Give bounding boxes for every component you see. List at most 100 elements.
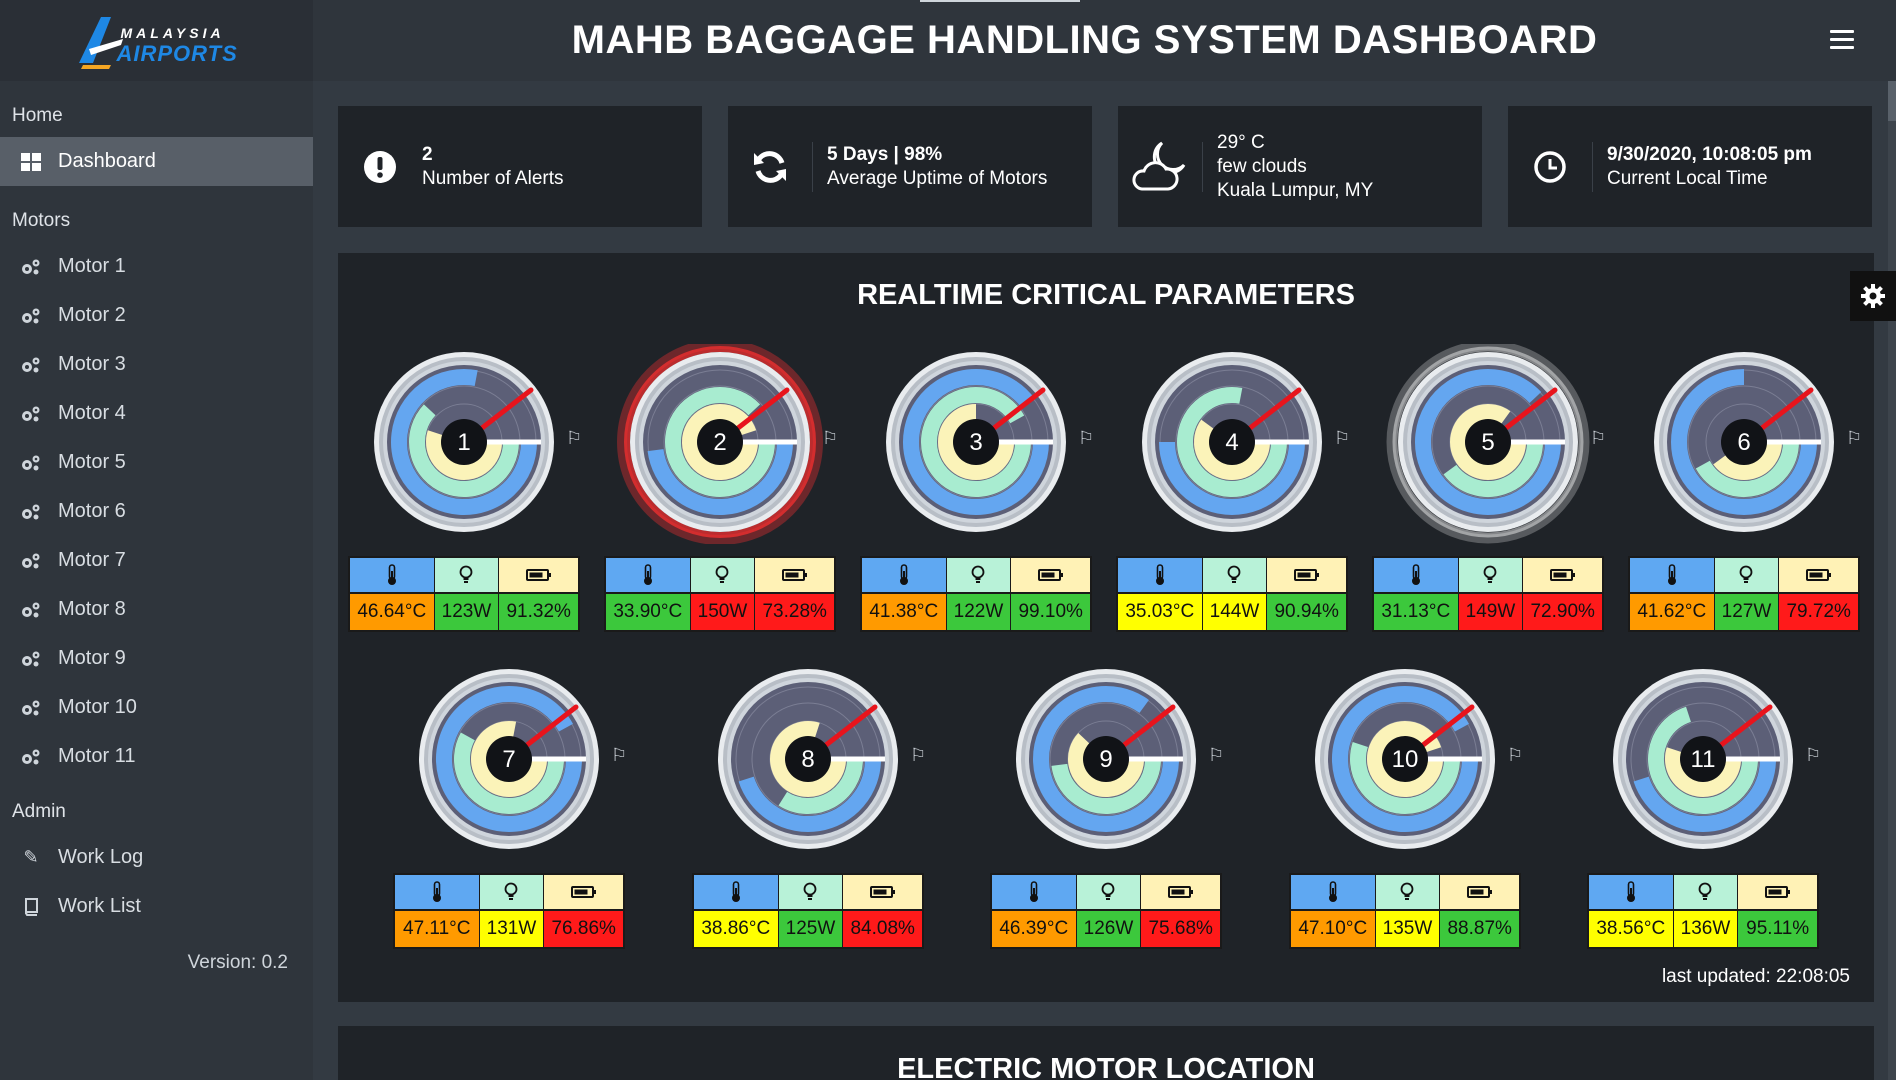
sidebar-item-label: Motor 11: [58, 745, 136, 767]
weather-card[interactable]: 29° C few clouds Kuala Lumpur, MY: [1118, 106, 1482, 227]
motor-widget-3[interactable]: 3 ⚐ 41.38°C 122W 99.10%: [860, 344, 1094, 634]
sidebar-item-motor-11[interactable]: Motor 11: [0, 732, 313, 781]
flag-icon[interactable]: ⚐: [1507, 745, 1523, 766]
temperature-value: 41.38°C: [862, 594, 947, 630]
motor-readings-table: 41.38°C 122W 99.10%: [860, 556, 1092, 632]
motor-widget-10[interactable]: 10 ⚐ 47.10°C 135W 88.87%: [1289, 661, 1523, 951]
motor-readings-table: 38.86°C 125W 84.08%: [692, 873, 924, 949]
time-card[interactable]: 9/30/2020, 10:08:05 pm Current Local Tim…: [1508, 106, 1872, 227]
battery-icon: [1267, 558, 1346, 592]
flag-icon[interactable]: ⚐: [1590, 428, 1606, 449]
power-value: 122W: [946, 594, 1012, 630]
sidebar-item-work-list[interactable]: Work List: [0, 882, 313, 931]
thermometer-icon: [350, 558, 435, 592]
motor-widget-2[interactable]: 2 ⚐ 33.90°C 150W 73.28%: [604, 344, 838, 634]
sidebar-item-dashboard[interactable]: Dashboard: [0, 137, 313, 186]
sidebar-item-motor-1[interactable]: Motor 1: [0, 242, 313, 291]
sidebar-item-motor-8[interactable]: Motor 8: [0, 585, 313, 634]
power-value: 123W: [434, 594, 500, 630]
flag-icon[interactable]: ⚐: [822, 428, 838, 449]
uptime-card[interactable]: 5 Days | 98% Average Uptime of Motors: [728, 106, 1092, 227]
battery-value: 99.10%: [1011, 594, 1090, 630]
battery-value: 88.87%: [1440, 911, 1519, 947]
battery-value: 73.28%: [755, 594, 834, 630]
cogs-icon: [18, 551, 44, 571]
sidebar-item-work-log[interactable]: ✎ Work Log: [0, 833, 313, 882]
flag-icon[interactable]: ⚐: [566, 428, 582, 449]
sidebar-item-motor-10[interactable]: Motor 10: [0, 683, 313, 732]
sidebar-item-label: Motor 2: [58, 304, 126, 326]
cogs-icon: [18, 453, 44, 473]
sidebar-item-motor-3[interactable]: Motor 3: [0, 340, 313, 389]
lightbulb-icon: [1375, 875, 1441, 909]
exclamation-circle-icon: [364, 150, 396, 183]
motor-widget-9[interactable]: 9 ⚐ 46.39°C 126W 75.68%: [990, 661, 1224, 951]
uptime-value: 5 Days | 98%: [827, 143, 943, 165]
flag-icon[interactable]: ⚐: [1334, 428, 1350, 449]
nav-home[interactable]: Home: [0, 95, 313, 137]
battery-value: 84.08%: [843, 911, 922, 947]
motor-number: 6: [1737, 429, 1751, 456]
thermometer-icon: [862, 558, 947, 592]
battery-value: 91.32%: [499, 594, 578, 630]
motor-number: 9: [1099, 746, 1113, 773]
lightbulb-icon: [479, 875, 545, 909]
scrollbar-thumb[interactable]: [1888, 81, 1896, 121]
alerts-card[interactable]: 2 Number of Alerts: [338, 106, 702, 227]
flag-icon[interactable]: ⚐: [1846, 428, 1862, 449]
power-value: 149W: [1458, 594, 1524, 630]
cogs-icon: [18, 306, 44, 326]
sidebar-item-label: Work List: [58, 895, 141, 917]
sidebar-item-motor-5[interactable]: Motor 5: [0, 438, 313, 487]
sidebar: MALAYSIA AIRPORTS Home Dashboard Motors …: [0, 0, 313, 1080]
cogs-icon: [18, 257, 44, 277]
sidebar-item-motor-2[interactable]: Motor 2: [0, 291, 313, 340]
motor-widget-5[interactable]: 5 ⚐ 31.13°C 149W 72.90%: [1372, 344, 1606, 634]
motor-widget-4[interactable]: 4 ⚐ 35.03°C 144W 90.94%: [1116, 344, 1350, 634]
sidebar-item-motor-6[interactable]: Motor 6: [0, 487, 313, 536]
lightbulb-icon: [946, 558, 1012, 592]
cloud-moon-icon: [1132, 141, 1186, 190]
motor-widget-6[interactable]: 6 ⚐ 41.62°C 127W 79.72%: [1628, 344, 1862, 634]
motor-readings-table: 38.56°C 136W 95.11%: [1587, 873, 1819, 949]
current-time: 9/30/2020, 10:08:05 pm: [1607, 143, 1812, 165]
flag-icon[interactable]: ⚐: [1078, 428, 1094, 449]
cogs-icon: [18, 404, 44, 424]
temperature-value: 47.11°C: [395, 911, 480, 947]
top-progress-line: [920, 0, 1080, 2]
sidebar-item-motor-9[interactable]: Motor 9: [0, 634, 313, 683]
malaysia-airports-logo[interactable]: MALAYSIA AIRPORTS: [67, 11, 247, 71]
motor-readings-table: 46.39°C 126W 75.68%: [990, 873, 1222, 949]
temperature-value: 31.13°C: [1374, 594, 1459, 630]
weather-location: Kuala Lumpur, MY: [1217, 179, 1374, 201]
temperature-value: 38.86°C: [694, 911, 779, 947]
motor-readings-table: 41.62°C 127W 79.72%: [1628, 556, 1860, 632]
motor-widget-8[interactable]: 8 ⚐ 38.86°C 125W 84.08%: [692, 661, 926, 951]
motor-widget-11[interactable]: 11 ⚐ 38.56°C 136W 95.11%: [1587, 661, 1821, 951]
flag-icon[interactable]: ⚐: [1805, 745, 1821, 766]
motor-widget-7[interactable]: 7 ⚐ 47.11°C 131W 76.86%: [393, 661, 627, 951]
menu-hamburger-icon[interactable]: [1830, 30, 1854, 50]
sidebar-item-motor-7[interactable]: Motor 7: [0, 536, 313, 585]
flag-icon[interactable]: ⚐: [910, 745, 926, 766]
motor-widget-1[interactable]: 1 ⚐ 46.64°C 123W 91.32%: [348, 344, 582, 634]
settings-gear-button[interactable]: [1850, 271, 1896, 321]
cogs-icon: [18, 747, 44, 767]
flag-icon[interactable]: ⚐: [611, 745, 627, 766]
lightbulb-icon: [1202, 558, 1268, 592]
battery-icon: [1523, 558, 1602, 592]
flag-icon[interactable]: ⚐: [1208, 745, 1224, 766]
thermometer-icon: [1630, 558, 1715, 592]
motor-readings-table: 47.10°C 135W 88.87%: [1289, 873, 1521, 949]
temperature-value: 47.10°C: [1291, 911, 1376, 947]
page-title: MAHB BAGGAGE HANDLING SYSTEM DASHBOARD: [571, 18, 1598, 62]
battery-icon: [1440, 875, 1519, 909]
battery-icon: [1011, 558, 1090, 592]
temperature-value: 46.39°C: [992, 911, 1077, 947]
sidebar-item-motor-4[interactable]: Motor 4: [0, 389, 313, 438]
lightbulb-icon: [690, 558, 756, 592]
thermometer-icon: [1374, 558, 1459, 592]
scrollbar[interactable]: [1888, 81, 1896, 1080]
version-label: Version: 0.2: [187, 952, 288, 973]
alerts-label: Number of Alerts: [422, 167, 564, 189]
